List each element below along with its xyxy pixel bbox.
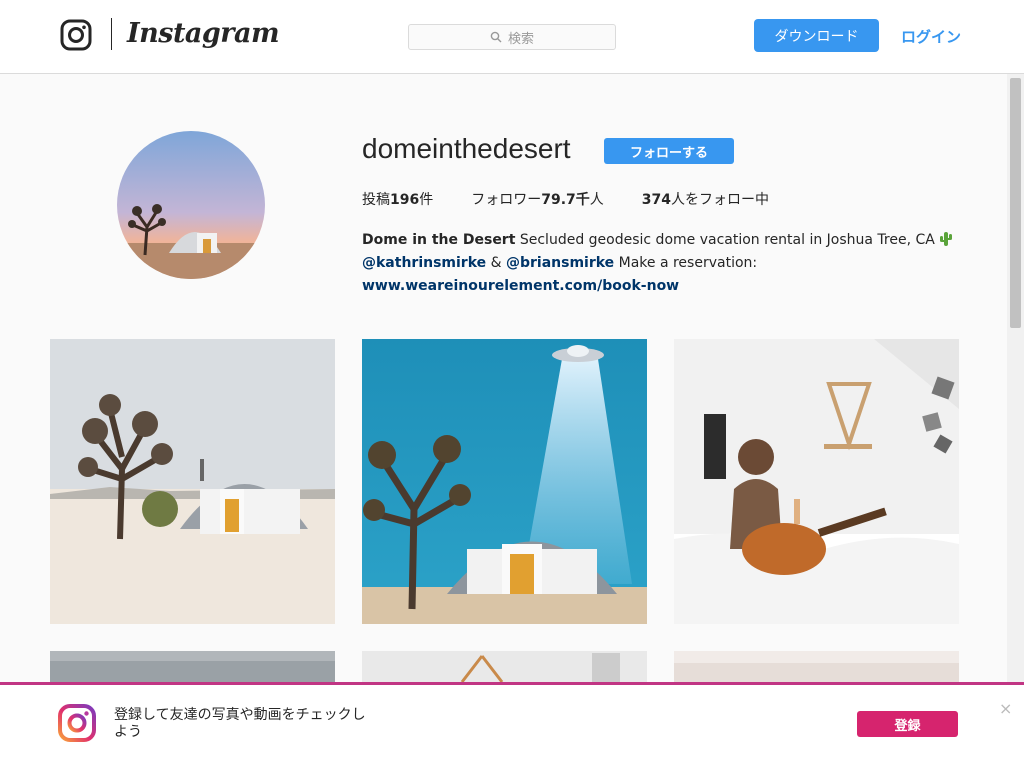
followers-count-stat[interactable]: フォロワー79.7千人: [471, 189, 604, 209]
signup-prompt-text: 登録して友達の写真や動画をチェックしよう: [114, 707, 366, 740]
follow-button[interactable]: フォローする: [604, 138, 734, 164]
post-thumbnail[interactable]: [674, 339, 959, 624]
signup-banner: 登録して友達の写真や動画をチェックしよう 登録 ×: [0, 682, 1024, 760]
cactus-icon: [940, 232, 953, 246]
post-thumbnail[interactable]: [50, 339, 335, 624]
profile-avatar[interactable]: [117, 131, 265, 279]
top-nav: Instagram 検索 ダウンロード ログイン: [0, 0, 1024, 74]
download-button[interactable]: ダウンロード: [754, 19, 879, 52]
profile-username: domeinthedesert: [362, 133, 571, 164]
post-thumbnail[interactable]: [362, 651, 647, 682]
profile-display-name: Dome in the Desert: [362, 232, 516, 248]
post-thumbnail[interactable]: [362, 339, 647, 624]
logo-divider: [111, 18, 112, 50]
following-count-stat[interactable]: 374人をフォロー中: [642, 189, 769, 209]
profile-stats: 投稿196件 フォロワー79.7千人 374人をフォロー中: [362, 189, 769, 209]
scrollbar-thumb[interactable]: [1010, 78, 1021, 328]
bio-text-line2: Make a reservation:: [618, 255, 758, 271]
login-link[interactable]: ログイン: [901, 26, 961, 47]
post-thumbnail[interactable]: [50, 651, 335, 682]
close-icon[interactable]: ×: [999, 699, 1012, 718]
signup-button[interactable]: 登録: [857, 711, 958, 737]
search-placeholder: 検索: [507, 31, 534, 47]
profile-website-link[interactable]: www.weareinourelement.com/book-now: [362, 278, 679, 294]
instagram-logo-icon: [58, 704, 96, 742]
instagram-logo-icon[interactable]: [60, 19, 92, 51]
mention-link[interactable]: @briansmirke: [506, 255, 614, 271]
mention-link[interactable]: @kathrinsmirke: [362, 255, 486, 271]
profile-bio: Dome in the Desert Secluded geodesic dom…: [362, 229, 962, 298]
instagram-wordmark[interactable]: Instagram: [127, 18, 280, 49]
search-input[interactable]: 検索: [408, 24, 616, 50]
posts-count-stat: 投稿196件: [362, 192, 434, 208]
search-icon: [490, 31, 502, 43]
post-thumbnail[interactable]: [674, 651, 959, 682]
bio-text-line1: Secluded geodesic dome vacation rental i…: [519, 232, 935, 248]
bio-ampersand: &: [490, 255, 502, 271]
